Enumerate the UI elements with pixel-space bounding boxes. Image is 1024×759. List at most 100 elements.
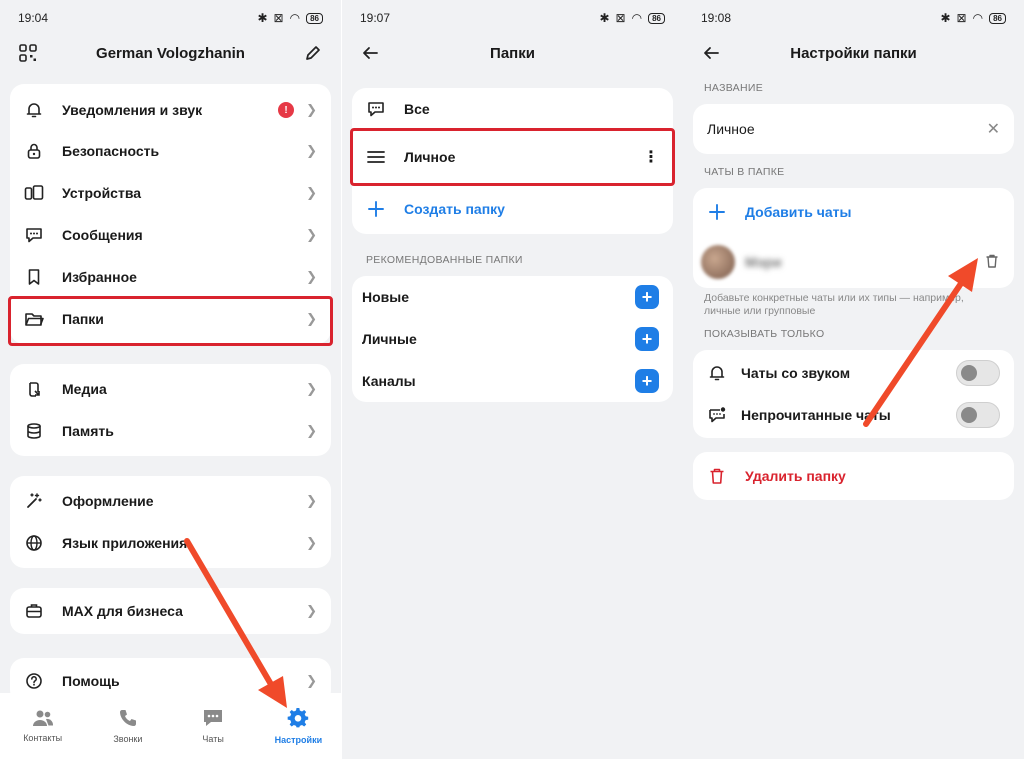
chevron-right-icon: ❯ <box>306 143 317 158</box>
name-field-card: Личное ✕ <box>693 104 1014 154</box>
bluetooth-icon: ✱ <box>940 11 951 25</box>
unread-toggle[interactable] <box>956 402 1000 428</box>
filter-label: Непрочитанные чаты <box>741 407 891 423</box>
settings-item-label: Помощь <box>62 673 120 689</box>
status-time: 19:08 <box>701 11 732 25</box>
no-sim-icon: ⊠ <box>273 11 284 25</box>
chats-hint: Добавьте конкретные чаты или их типы — н… <box>704 292 964 317</box>
database-icon <box>24 421 44 441</box>
folders-list: Все Личное ⋮ Создать папку <box>350 88 675 234</box>
unread-chat-icon <box>707 405 727 425</box>
tab-label: Звонки <box>113 734 143 744</box>
chat-list-item[interactable]: Мэри <box>693 236 1014 288</box>
battery-icon: 86 <box>648 12 665 24</box>
create-folder-label: Создать папку <box>404 201 505 217</box>
header: Настройки папки <box>683 36 1024 70</box>
wifi-icon: ◠ <box>631 11 643 25</box>
add-folder-button[interactable]: + <box>635 285 659 309</box>
tab-settings[interactable]: Настройки <box>256 693 341 759</box>
briefcase-icon <box>24 601 44 621</box>
settings-item-storage[interactable]: Память ❯ <box>10 410 331 452</box>
settings-item-label: Папки <box>62 311 104 327</box>
add-folder-button[interactable]: + <box>635 327 659 351</box>
drag-handle-icon[interactable] <box>366 147 386 167</box>
back-arrow-icon[interactable] <box>699 41 723 65</box>
settings-item-label: Безопасность <box>62 143 160 159</box>
status-time: 19:07 <box>360 11 391 25</box>
battery-icon: 86 <box>306 12 323 24</box>
filter-item-unread[interactable]: Непрочитанные чаты <box>693 394 1014 436</box>
header: German Vologzhanin <box>0 36 341 70</box>
settings-item-label: Устройства <box>62 185 142 201</box>
filter-label: Чаты со звуком <box>741 365 851 381</box>
media-icon <box>24 379 44 399</box>
settings-item-media[interactable]: Медиа ❯ <box>10 368 331 410</box>
settings-item-label: Уведомления и звук <box>62 102 203 118</box>
settings-item-language[interactable]: Язык приложения ❯ <box>10 522 331 564</box>
settings-item-devices[interactable]: Устройства ❯ <box>10 172 331 214</box>
qr-code-icon[interactable] <box>16 41 40 65</box>
settings-group-appearance: Оформление ❯ Язык приложения ❯ <box>10 476 331 568</box>
wifi-icon: ◠ <box>972 11 984 25</box>
settings-screen: 19:04 ✱ ⊠ ◠ 86 German Vologzhanin Уведом… <box>0 0 341 759</box>
battery-icon: 86 <box>989 12 1006 24</box>
chat-bubble-icon <box>366 99 386 119</box>
delete-folder-card: Удалить папку <box>693 452 1014 500</box>
bell-icon <box>707 363 727 383</box>
tab-contacts[interactable]: Контакты <box>0 693 85 759</box>
folder-item-all[interactable]: Все <box>352 88 673 130</box>
recommended-item: Личные + <box>352 318 673 360</box>
settings-item-business[interactable]: MAX для бизнеса ❯ <box>10 590 331 632</box>
header: Папки <box>342 36 683 70</box>
status-bar: 19:07 ✱ ⊠ ◠ 86 <box>342 0 683 36</box>
bluetooth-icon: ✱ <box>599 11 610 25</box>
chevron-right-icon: ❯ <box>306 423 317 438</box>
clear-icon[interactable]: ✕ <box>987 119 1000 139</box>
message-bubble-icon <box>24 225 44 245</box>
plus-icon <box>707 202 727 222</box>
more-vertical-icon[interactable]: ⋮ <box>643 147 659 167</box>
settings-item-label: Сообщения <box>62 227 143 243</box>
edit-pencil-icon[interactable] <box>301 41 325 65</box>
settings-item-folders[interactable]: Папки ❯ <box>8 296 333 346</box>
status-bar: 19:04 ✱ ⊠ ◠ 86 <box>0 0 341 36</box>
add-folder-button[interactable]: + <box>635 369 659 393</box>
settings-item-label: Избранное <box>62 269 137 285</box>
folder-name-input[interactable]: Личное ✕ <box>693 104 1014 154</box>
folder-name-value: Личное <box>707 121 755 137</box>
create-folder-button[interactable]: Создать папку <box>352 184 673 234</box>
trash-icon[interactable] <box>984 253 1000 272</box>
chevron-right-icon: ❯ <box>306 673 317 688</box>
settings-item-label: MAX для бизнеса <box>62 603 183 619</box>
delete-folder-label: Удалить папку <box>745 468 846 484</box>
add-chats-button[interactable]: Добавить чаты <box>693 188 1014 236</box>
bookmark-icon <box>24 267 44 287</box>
gear-icon <box>287 707 309 731</box>
recommended-item: Каналы + <box>352 360 673 402</box>
delete-folder-button[interactable]: Удалить папку <box>693 452 1014 500</box>
settings-item-appearance[interactable]: Оформление ❯ <box>10 480 331 522</box>
chevron-right-icon: ❯ <box>306 603 317 618</box>
recommended-item: Новые + <box>352 276 673 318</box>
tab-label: Настройки <box>274 735 323 745</box>
folder-item-personal[interactable]: Личное ⋮ <box>350 128 675 186</box>
tab-chats[interactable]: Чаты <box>171 693 256 759</box>
question-icon <box>24 671 44 691</box>
add-chats-label: Добавить чаты <box>745 204 852 220</box>
chat-bubble-icon <box>202 708 224 730</box>
filter-item-sound[interactable]: Чаты со звуком <box>693 352 1014 394</box>
sound-toggle[interactable] <box>956 360 1000 386</box>
trash-icon <box>707 466 727 486</box>
plus-icon <box>366 199 386 219</box>
settings-item-notifications[interactable]: Уведомления и звук ! ❯ <box>10 84 331 130</box>
settings-item-favorites[interactable]: Избранное ❯ <box>10 256 331 298</box>
chevron-right-icon: ❯ <box>306 269 317 284</box>
settings-item-security[interactable]: Безопасность ❯ <box>10 130 331 172</box>
settings-item-messages[interactable]: Сообщения ❯ <box>10 214 331 256</box>
settings-group-business: MAX для бизнеса ❯ <box>10 588 331 634</box>
recommended-label: Личные <box>362 331 417 347</box>
no-sim-icon: ⊠ <box>956 11 967 25</box>
tab-calls[interactable]: Звонки <box>85 693 170 759</box>
back-arrow-icon[interactable] <box>358 41 382 65</box>
recommended-label: Новые <box>362 289 410 305</box>
